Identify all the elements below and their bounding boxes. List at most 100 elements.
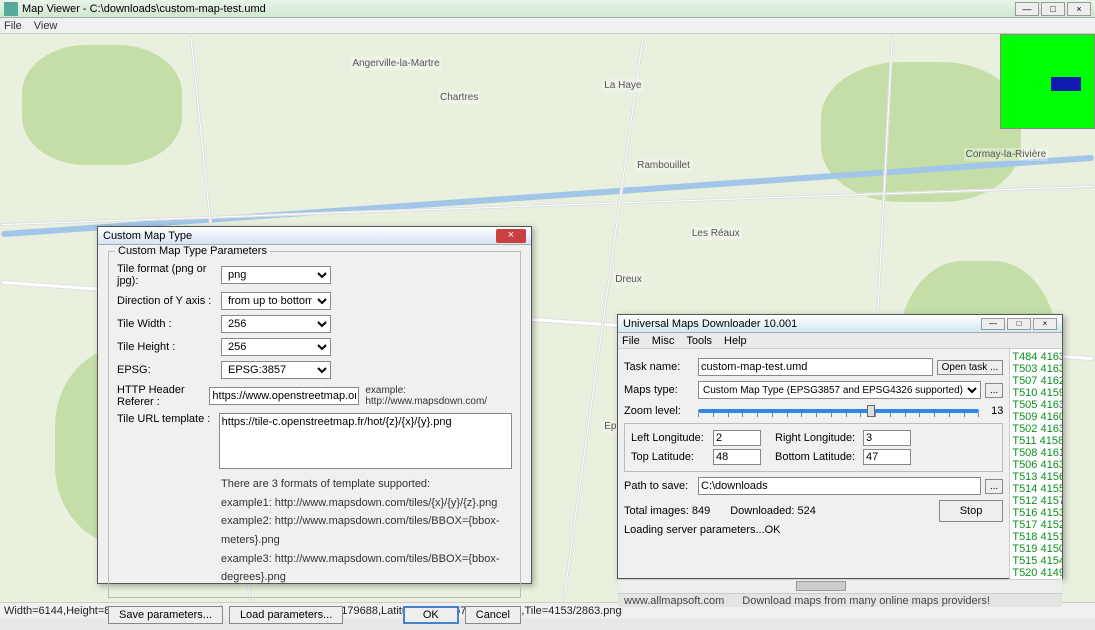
- browse-path-button[interactable]: ...: [985, 479, 1003, 494]
- y-direction-label: Direction of Y axis :: [117, 295, 221, 307]
- total-label: Total images:: [624, 505, 689, 517]
- total-value: 849: [692, 505, 710, 517]
- menu-view[interactable]: View: [34, 20, 58, 32]
- log-line: T505 4163/2854.png: OK: [1012, 399, 1060, 411]
- map-label: Dreux: [613, 273, 644, 286]
- top-lat-input[interactable]: [713, 449, 761, 465]
- task-name-label: Task name:: [624, 361, 694, 373]
- log-line: T508 4161/2853.png: OK: [1012, 447, 1060, 459]
- open-task-button[interactable]: Open task ...: [937, 360, 1004, 375]
- save-parameters-button[interactable]: Save parameters...: [108, 606, 223, 624]
- window-title: Map Viewer - C:\downloads\custom-map-tes…: [22, 3, 1015, 15]
- dialog-title: Universal Maps Downloader 10.001: [623, 318, 981, 330]
- zoom-value: 13: [983, 405, 1003, 417]
- zoom-slider[interactable]: [698, 404, 979, 418]
- log-line: T503 4163/2856.png: OK: [1012, 363, 1060, 375]
- downloader-menubar: File Misc Tools Help: [618, 333, 1062, 349]
- downloader-dialog: Universal Maps Downloader 10.001 — □ × F…: [617, 314, 1063, 579]
- main-menubar: File View: [0, 18, 1095, 34]
- right-long-input[interactable]: [863, 430, 911, 446]
- task-name-input[interactable]: [698, 358, 933, 376]
- minimap-viewport-rect: [1051, 77, 1081, 91]
- map-forest: [22, 45, 182, 165]
- cancel-button[interactable]: Cancel: [465, 606, 521, 624]
- menu-file[interactable]: File: [4, 20, 22, 32]
- close-button[interactable]: ×: [1067, 2, 1091, 16]
- examples-heading: There are 3 formats of template supporte…: [221, 475, 512, 494]
- log-line: T515 4154/2853.png: OK: [1012, 555, 1060, 567]
- url-template-input[interactable]: https://tile-c.openstreetmap.fr/hot/{z}/…: [219, 413, 512, 469]
- path-label: Path to save:: [624, 480, 694, 492]
- epsg-label: EPSG:: [117, 364, 221, 376]
- url-template-label: Tile URL template :: [117, 413, 219, 425]
- maps-type-select[interactable]: Custom Map Type (EPSG3857 and EPSG4326 s…: [698, 381, 981, 399]
- path-input[interactable]: [698, 477, 981, 495]
- custom-map-type-dialog: Custom Map Type × Custom Map Type Parame…: [97, 226, 532, 584]
- log-line: T512 4157/2853.png: OK: [1012, 495, 1060, 507]
- example-line: example3: http://www.mapsdown.com/tiles/…: [221, 550, 512, 587]
- log-line: T506 4163/2853.png: OK: [1012, 459, 1060, 471]
- ok-button[interactable]: OK: [403, 606, 459, 624]
- log-line: T509 4160/2853.png: OK: [1012, 411, 1060, 423]
- log-line: T518 4151/2853.png: OK: [1012, 531, 1060, 543]
- maps-type-label: Maps type:: [624, 384, 694, 396]
- bottom-lat-input[interactable]: [863, 449, 911, 465]
- log-line: T516 4153/2853.png: OK: [1012, 507, 1060, 519]
- footer-site: www.allmapsoft.com: [624, 595, 724, 607]
- y-direction-select[interactable]: from up to bottom: [221, 292, 331, 310]
- maximize-button[interactable]: □: [1041, 2, 1065, 16]
- epsg-select[interactable]: EPSG:3857: [221, 361, 331, 379]
- map-road: [0, 185, 1094, 226]
- tile-width-select[interactable]: 256: [221, 315, 331, 333]
- map-label: Angerville-la-Martre: [350, 57, 441, 70]
- bottom-lat-label: Bottom Latitude:: [775, 451, 859, 463]
- downloaded-label: Downloaded:: [730, 505, 794, 517]
- log-line: T520 4149/2853.png: OK: [1012, 567, 1060, 579]
- map-forest: [821, 62, 1021, 202]
- minimap[interactable]: [1000, 34, 1095, 129]
- main-titlebar: Map Viewer - C:\downloads\custom-map-tes…: [0, 0, 1095, 18]
- footer-tagline: Download maps from many online maps prov…: [742, 595, 990, 607]
- log-line: T484 4163/2875.png: OK: [1012, 351, 1060, 363]
- right-long-label: Right Longitude:: [775, 432, 859, 444]
- map-label: Cormay-la-Rivière: [964, 148, 1049, 161]
- minimize-button[interactable]: —: [981, 318, 1005, 330]
- tile-format-label: Tile format (png or jpg):: [117, 263, 221, 287]
- log-line: T514 4155/2853.png: OK: [1012, 483, 1060, 495]
- downloader-footer: www.allmapsoft.com Download maps from ma…: [618, 593, 1062, 607]
- log-line: T510 4159/2853.png: OK: [1012, 387, 1060, 399]
- log-line: T519 4150/2853.png: OK: [1012, 543, 1060, 555]
- close-icon[interactable]: ×: [496, 229, 526, 243]
- referer-hint: example: http://www.mapsdown.com/: [365, 385, 512, 407]
- app-icon: [4, 2, 18, 16]
- example-line: example2: http://www.mapsdown.com/tiles/…: [221, 512, 512, 549]
- log-scrollbar[interactable]: [618, 579, 1062, 593]
- map-label: Chartres: [438, 91, 480, 104]
- minimize-button[interactable]: —: [1015, 2, 1039, 16]
- log-line: T513 4156/2853.png: OK: [1012, 471, 1060, 483]
- menu-misc[interactable]: Misc: [652, 335, 675, 347]
- coordinates-group: Left Longitude: Right Longitude: Top Lat…: [624, 423, 1003, 472]
- maps-type-options-button[interactable]: ...: [985, 383, 1003, 398]
- tile-format-select[interactable]: png: [221, 266, 331, 284]
- tile-width-label: Tile Width :: [117, 318, 221, 330]
- log-line: T517 4152/2853.png: OK: [1012, 519, 1060, 531]
- top-lat-label: Top Latitude:: [631, 451, 709, 463]
- log-line: T511 4158/2853.png: OK: [1012, 435, 1060, 447]
- download-log[interactable]: T484 4163/2875.png: OKT503 4163/2856.png…: [1010, 349, 1062, 579]
- maximize-button[interactable]: □: [1007, 318, 1031, 330]
- left-long-label: Left Longitude:: [631, 432, 709, 444]
- menu-help[interactable]: Help: [724, 335, 747, 347]
- left-long-input[interactable]: [713, 430, 761, 446]
- menu-file[interactable]: File: [622, 335, 640, 347]
- load-parameters-button[interactable]: Load parameters...: [229, 606, 343, 624]
- example-line: example1: http://www.mapsdown.com/tiles/…: [221, 494, 512, 513]
- tile-height-select[interactable]: 256: [221, 338, 331, 356]
- map-label: La Haye: [602, 79, 643, 92]
- log-line: T507 4162/2853.png: OK: [1012, 375, 1060, 387]
- referer-input[interactable]: [209, 387, 359, 405]
- group-legend: Custom Map Type Parameters: [115, 245, 270, 257]
- menu-tools[interactable]: Tools: [686, 335, 712, 347]
- close-button[interactable]: ×: [1033, 318, 1057, 330]
- stop-button[interactable]: Stop: [939, 500, 1004, 522]
